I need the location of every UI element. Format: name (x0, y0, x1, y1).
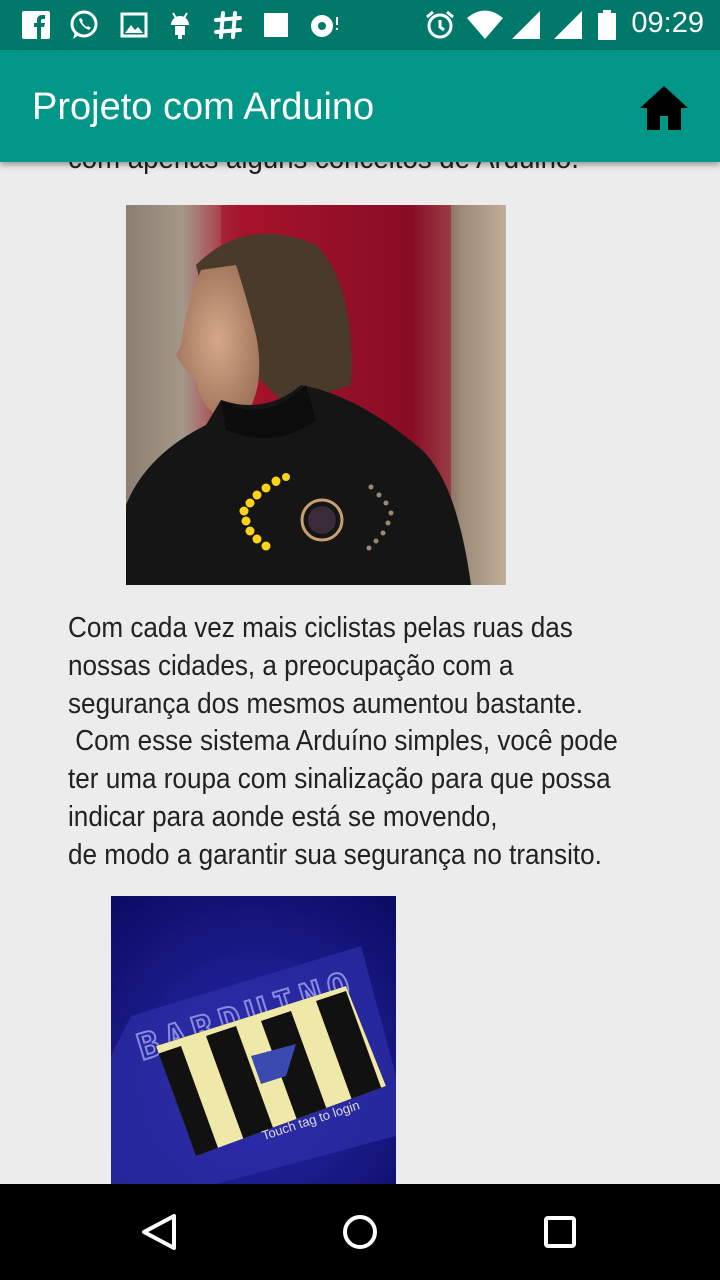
signal-icon (512, 11, 540, 39)
battery-icon (598, 10, 616, 40)
text-line: Com esse sistema Arduíno simples, você p… (68, 725, 618, 758)
text-line: ter uma roupa com sinalização para que p… (68, 763, 611, 796)
alarm-icon (426, 10, 454, 39)
home-icon[interactable] (636, 80, 692, 136)
square-icon (264, 13, 288, 37)
android-icon (171, 12, 189, 39)
text-line: segurança dos mesmos aumentou bastante. (68, 687, 584, 720)
gallery-icon (120, 12, 148, 38)
text-line: de modo a garantir sua segurança no tran… (68, 838, 602, 871)
jacket-led-photo (126, 205, 506, 585)
signal-icon (554, 11, 582, 39)
whatsapp-icon (70, 10, 98, 39)
navigation-bar (0, 1184, 720, 1280)
status-bar: 09:29 (0, 0, 720, 50)
home-circle-icon[interactable] (336, 1208, 384, 1256)
recents-icon[interactable] (536, 1208, 584, 1256)
text-line-partial: com apenas alguns conceitos de Arduino. (68, 162, 579, 176)
wifi-icon (467, 10, 503, 39)
slack-icon (214, 11, 242, 39)
back-icon[interactable] (136, 1208, 184, 1256)
facebook-icon (22, 11, 50, 39)
text-line: Com cada vez mais ciclistas pelas ruas d… (68, 612, 573, 644)
app-bar: Projeto com Arduino (0, 50, 720, 162)
article-content: com apenas alguns conceitos de Arduino. (0, 162, 720, 1184)
music-icon (311, 15, 338, 37)
text-line: nossas cidades, a preocupação com a (68, 649, 514, 682)
barduino-device-photo: BARDUINO Touch tag to login (111, 896, 396, 1184)
clock: 09:29 (631, 7, 704, 39)
description-paragraph: Com cada vez mais ciclistas pelas ruas d… (68, 610, 708, 875)
text-line: indicar para aonde está se movendo, (68, 800, 498, 833)
page-title: Projeto com Arduino (32, 86, 375, 128)
